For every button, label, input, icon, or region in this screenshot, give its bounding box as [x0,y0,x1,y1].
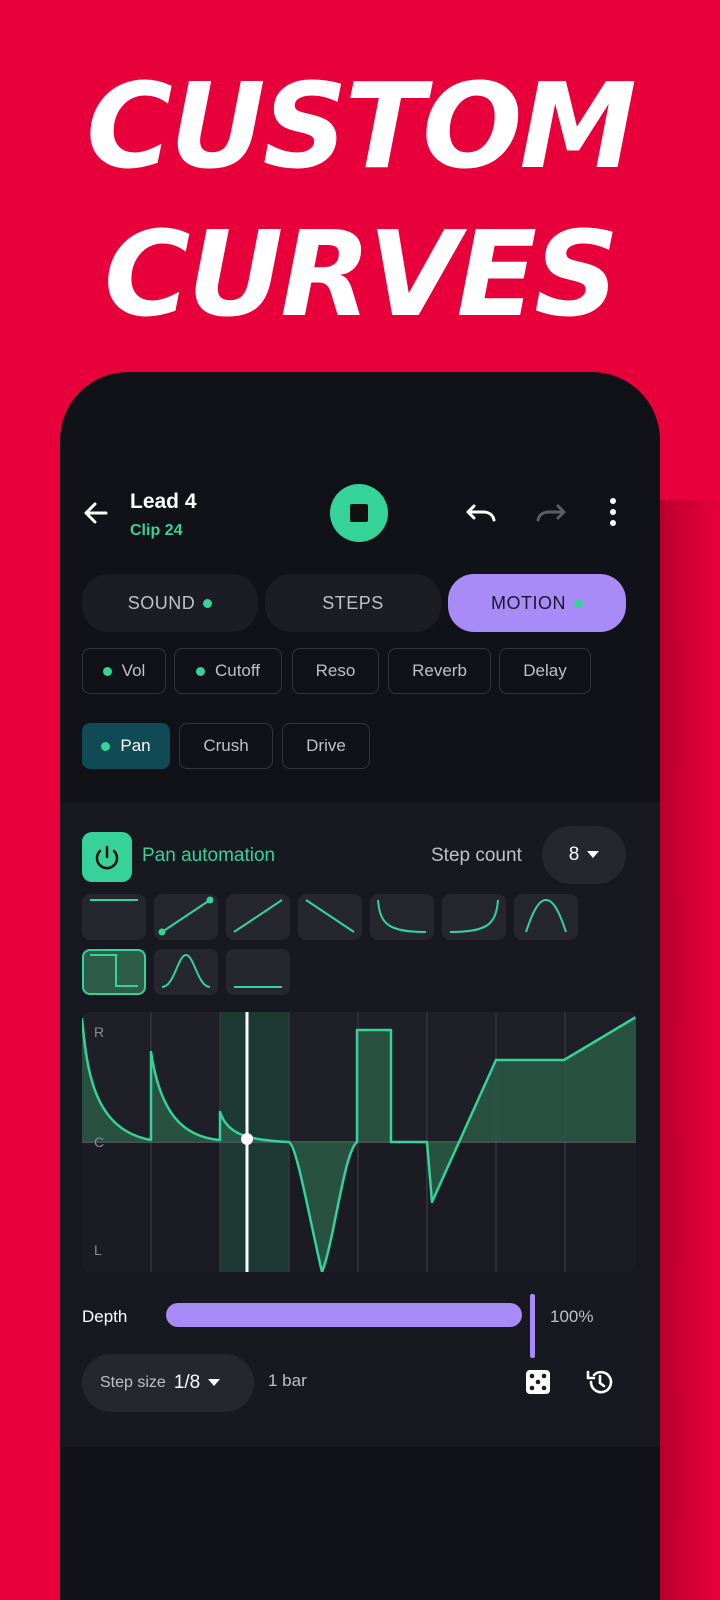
automation-panel: Pan automation Step count 8 R C L Depth … [60,802,660,1447]
param-chip-label: Crush [203,736,249,755]
depth-label: Depth [82,1307,128,1326]
param-chip-reso[interactable]: Reso [292,648,379,694]
phone-screen: Lead 4 Clip 24 SOUND STEPS MOTION Vol Cu… [60,372,660,1600]
param-chip-delay[interactable]: Delay [499,648,591,694]
shape-exp-rise-button[interactable] [442,894,506,940]
chevron-down-icon [208,1379,221,1386]
square-pulse-icon [90,954,138,987]
ramp-up-icon [233,899,283,933]
shape-square-pulse-button[interactable] [82,949,146,995]
tab-motion[interactable]: MOTION [448,574,626,632]
promo-headline: CUSTOM CURVES [0,52,720,348]
param-chip-crush[interactable]: Crush [179,723,273,769]
tab-steps-label: STEPS [322,592,384,613]
promo-line-2: CURVES [103,205,619,343]
shape-ramp-down-button[interactable] [298,894,362,940]
shape-ramp-up-button[interactable] [226,894,290,940]
axis-label-center: C [94,1134,105,1150]
power-icon [95,845,119,870]
param-chip-label: Reverb [412,661,467,680]
step-count-label: Step count [431,845,522,866]
flat-line-icon [90,899,138,901]
ramp-points-icon [158,896,214,936]
depth-value: 100% [550,1307,594,1326]
undo-icon[interactable] [464,496,498,530]
param-chip-label: Reso [315,661,356,680]
top-section: Lead 4 Clip 24 SOUND STEPS MOTION Vol Cu… [60,372,660,802]
automation-label: Pan automation [142,845,276,866]
active-dot [195,666,205,676]
gaussian-icon [161,953,211,988]
active-dot [102,666,112,676]
step-size-select[interactable]: Step size 1/8 [82,1354,254,1412]
active-dot [203,598,213,608]
promo-line-1: CUSTOM [86,57,637,195]
ramp-down-icon [305,899,355,933]
redo-icon[interactable] [534,496,568,530]
dice-randomize-icon[interactable] [524,1368,552,1396]
shape-flat-low-button[interactable] [226,949,290,995]
tab-steps[interactable]: STEPS [265,574,441,632]
active-dot [574,598,583,608]
param-chip-label: Delay [523,661,567,680]
param-chip-label: Pan [120,736,151,755]
axis-label-right: R [94,1024,105,1040]
power-toggle[interactable] [82,832,132,882]
step-size-label: Step size [100,1374,166,1391]
stop-icon [350,504,368,522]
tab-sound-label: SOUND [127,592,196,613]
param-chip-drive[interactable]: Drive [282,723,370,769]
param-chip-pan[interactable]: Pan [82,723,170,769]
exp-rise-icon [449,899,499,933]
clip-subtitle: Clip 24 [130,522,183,539]
param-chip-label: Drive [306,736,346,755]
tab-motion-label: MOTION [491,592,566,613]
shape-bell-button[interactable] [514,894,578,940]
param-chip-reverb[interactable]: Reverb [388,648,491,694]
flat-low-icon [234,986,282,988]
axis-label-left: L [94,1242,102,1258]
back-arrow-icon[interactable] [80,497,112,529]
shape-flat-high-button[interactable] [82,894,146,940]
step-count-value: 8 [568,844,580,865]
chevron-down-icon [587,851,600,858]
active-dot [101,741,111,751]
exp-decay-icon [377,899,427,933]
depth-slider-handle[interactable] [530,1294,535,1358]
stop-button[interactable] [330,484,388,542]
tab-sound[interactable]: SOUND [82,574,258,632]
param-chip-cutoff[interactable]: Cutoff [174,648,282,694]
step-size-value: 1/8 [173,1372,201,1393]
more-menu-icon[interactable] [598,494,628,530]
track-title: Lead 4 [130,490,197,513]
shape-ramp-points-button[interactable] [154,894,218,940]
playhead-handle [241,1133,253,1145]
bell-curve-icon [525,898,567,933]
param-chip-vol[interactable]: Vol [82,648,166,694]
automation-graph[interactable]: R C L [82,1012,636,1272]
depth-slider-fill[interactable] [166,1303,522,1327]
length-value: 1 bar [268,1371,307,1390]
param-chip-label: Cutoff [214,661,261,680]
step-count-select[interactable]: 8 [542,826,626,884]
param-chip-label: Vol [121,661,146,680]
history-reset-icon[interactable] [584,1366,616,1398]
shape-gaussian-button[interactable] [154,949,218,995]
shape-exp-decay-button[interactable] [370,894,434,940]
